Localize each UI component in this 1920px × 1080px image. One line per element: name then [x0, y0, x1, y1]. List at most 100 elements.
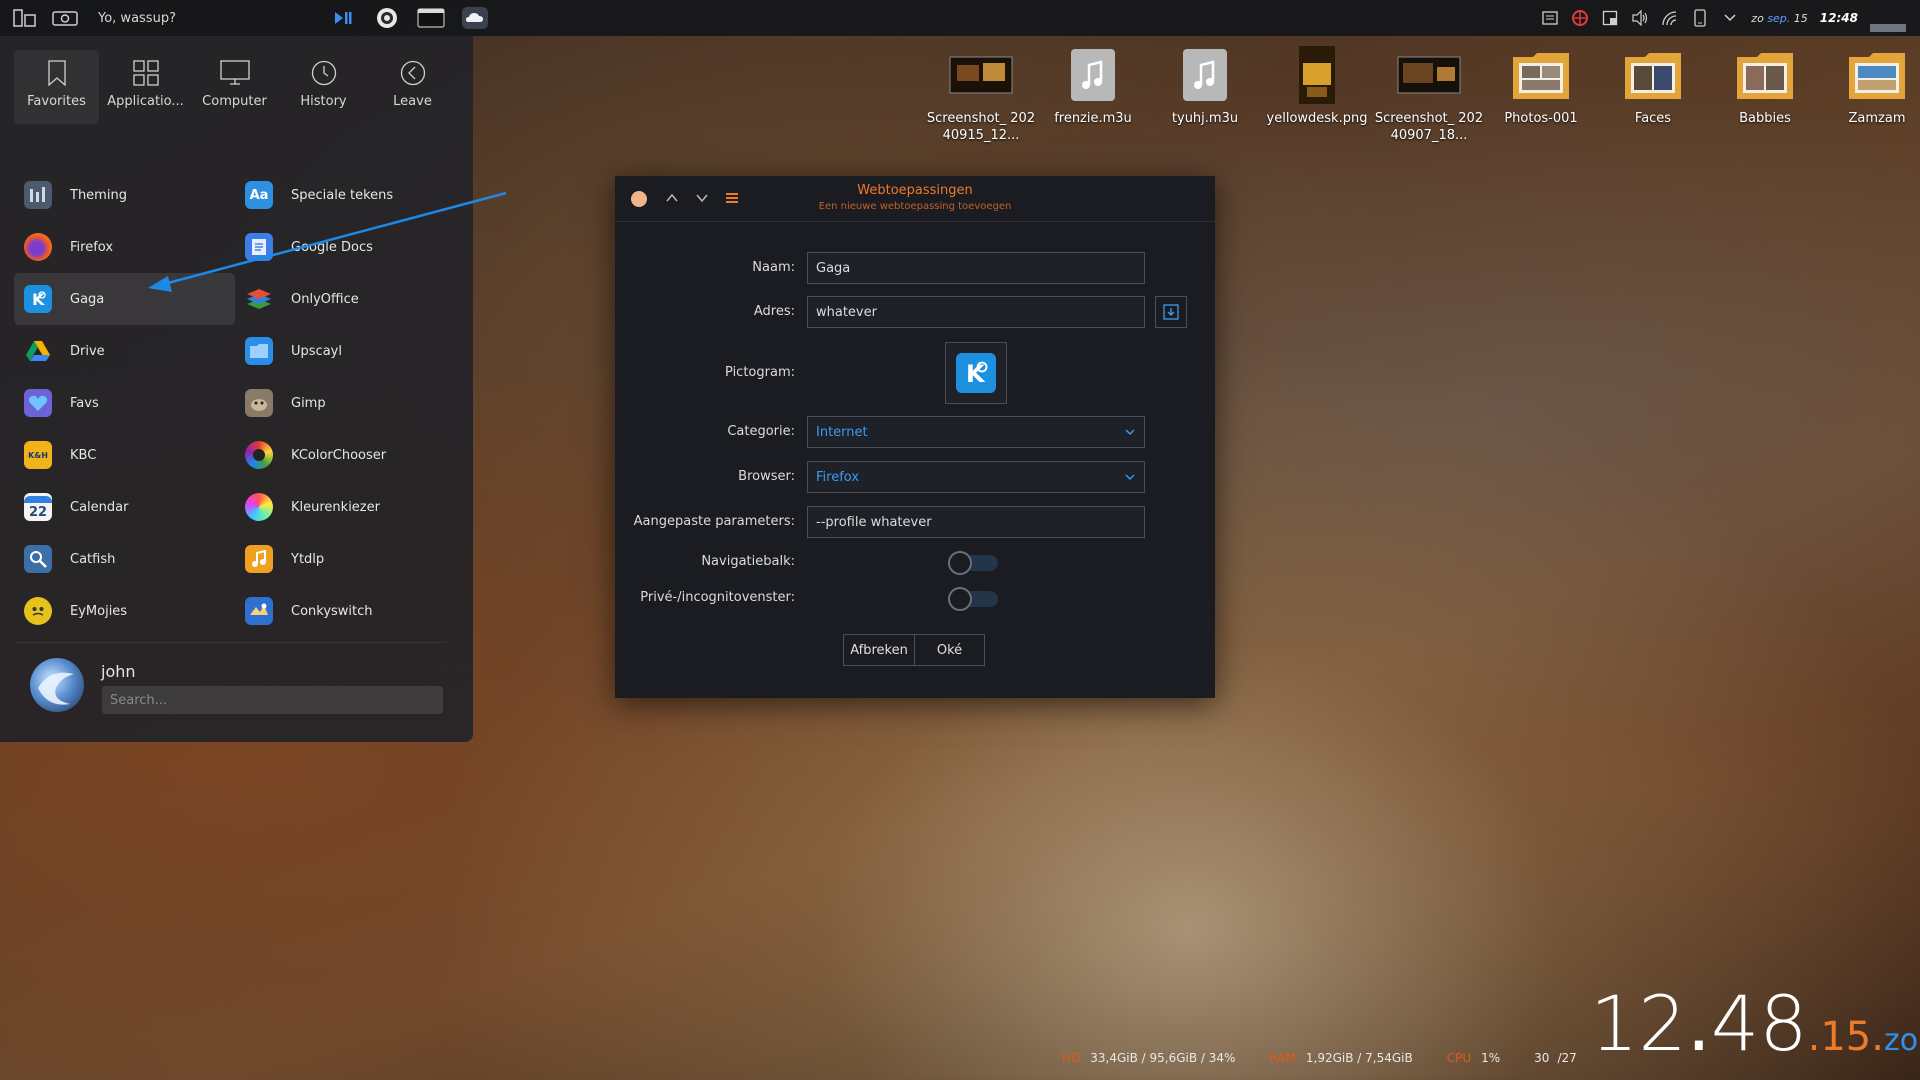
app-onlyoffice[interactable]: OnlyOffice — [235, 273, 456, 325]
dialog-header: Webtoepassingen Een nieuwe webtoepassing… — [615, 176, 1215, 222]
panel-date[interactable]: zo sep. 15 — [1751, 12, 1808, 25]
tab-computer[interactable]: Computer — [192, 50, 277, 124]
pictogram-label: Pictogram: — [725, 365, 795, 380]
desktop-icons: Screenshot_ 20240915_12... frenzie.m3u t… — [925, 46, 1920, 144]
user-name: john — [101, 662, 136, 681]
private-window-toggle[interactable] — [948, 587, 998, 611]
volume-tray-icon[interactable] — [1631, 9, 1649, 27]
desktop-clock: 12.48.15.zo — [1590, 979, 1919, 1068]
naam-label: Naam: — [752, 260, 795, 275]
tab-applications[interactable]: Applicatio... — [103, 50, 188, 124]
tab-leave[interactable]: Leave — [370, 50, 455, 124]
dialog-buttons: Afbreken Oké — [843, 634, 985, 666]
color-wheel-icon — [245, 441, 273, 469]
search-input[interactable] — [102, 686, 443, 714]
ok-button[interactable]: Oké — [915, 634, 985, 666]
app-favs[interactable]: Favs — [14, 377, 235, 429]
avatar[interactable] — [30, 658, 84, 712]
app-kbc[interactable]: K&H KBC — [14, 429, 235, 481]
audio-file-icon — [1173, 46, 1237, 104]
onlyoffice-icon — [245, 285, 273, 313]
cpu-stat: CPU 1% — [1446, 1051, 1501, 1065]
app-speciale-tekens[interactable]: Aa Speciale tekens — [235, 169, 456, 221]
heart-icon — [24, 389, 52, 417]
fetch-url-button[interactable] — [1155, 296, 1187, 328]
panel-clock[interactable]: 12:48 — [1820, 11, 1858, 25]
app-calendar[interactable]: 22 Calendar — [14, 481, 235, 533]
desktop-file-tyuhj[interactable]: tyuhj.m3u — [1149, 46, 1261, 144]
categorie-select[interactable]: Internet — [807, 416, 1145, 448]
temp-stat: 30/27 — [1534, 1051, 1577, 1065]
notes-tray-icon[interactable] — [1541, 9, 1559, 27]
desktop-file-screenshot-1[interactable]: Screenshot_ 20240915_12... — [925, 46, 1037, 144]
browser-label: Browser: — [738, 469, 795, 484]
app-theming[interactable]: Theming — [14, 169, 235, 221]
desktop-folder-faces[interactable]: Faces — [1597, 46, 1709, 144]
app-google-docs[interactable]: Google Docs — [235, 221, 456, 273]
desktop-file-frenzie[interactable]: frenzie.m3u — [1037, 46, 1149, 144]
icon-picker-button[interactable]: K — [945, 342, 1007, 404]
image-file-icon — [1285, 46, 1349, 104]
app-drive[interactable]: Drive — [14, 325, 235, 377]
app-gimp[interactable]: Gimp — [235, 377, 456, 429]
calendar-icon: 22 — [24, 493, 52, 521]
params-field[interactable]: --profile whatever — [807, 506, 1145, 538]
app-upscayl[interactable]: Upscayl — [235, 325, 456, 377]
app-firefox[interactable]: Firefox — [14, 221, 235, 273]
app-kcolorchooser[interactable]: KColorChooser — [235, 429, 456, 481]
folder-icon — [1733, 46, 1797, 104]
disk-stat: HD 33,4GiB / 95,6GiB / 34% — [1062, 1051, 1236, 1065]
adres-label: Adres: — [753, 304, 795, 319]
app-gaga[interactable]: K Gaga — [14, 273, 235, 325]
chevron-down-icon — [1125, 429, 1135, 435]
show-desktop-button[interactable] — [1870, 24, 1906, 32]
desktop-file-screenshot-2[interactable]: Screenshot_ 20240907_18... — [1373, 46, 1485, 144]
webapp-dialog: Webtoepassingen Een nieuwe webtoepassing… — [615, 176, 1215, 698]
task-terminal-icon[interactable] — [416, 4, 446, 32]
screenshot-icon[interactable] — [50, 6, 80, 30]
media-play-pause-icon[interactable] — [328, 4, 358, 32]
clock-icon — [311, 60, 336, 86]
grid-icon — [132, 60, 159, 86]
tab-history[interactable]: History — [281, 50, 366, 124]
tray-expand-chevron-icon[interactable] — [1721, 9, 1739, 27]
gimp-icon — [245, 389, 273, 417]
clipboard-tray-icon[interactable] — [1601, 9, 1619, 27]
color-picker-icon — [245, 493, 273, 521]
drive-icon — [24, 337, 52, 365]
app-ytdlp[interactable]: Ytdlp — [235, 533, 456, 585]
chevron-down-icon — [1125, 474, 1135, 480]
app-conkyswitch[interactable]: Conkyswitch — [235, 585, 456, 637]
app-catfish[interactable]: Catfish — [14, 533, 235, 585]
network-tray-icon[interactable] — [1661, 9, 1679, 27]
desktop-folder-photos[interactable]: Photos-001 — [1485, 46, 1597, 144]
top-panel: Yo, wassup? zo sep. 15 12:48 — [0, 0, 1920, 36]
folder-icon — [1621, 46, 1685, 104]
desktop-folder-zamzam[interactable]: Zamzam — [1821, 46, 1920, 144]
kde-icon: K — [956, 353, 996, 393]
browser-value: Firefox — [816, 469, 860, 485]
app-kleurenkiezer[interactable]: Kleurenkiezer — [235, 481, 456, 533]
categorie-label: Categorie: — [727, 424, 795, 439]
cancel-button[interactable]: Afbreken — [843, 634, 915, 666]
browser-select[interactable]: Firefox — [807, 461, 1145, 493]
naam-field[interactable]: Gaga — [807, 252, 1145, 284]
panel-greeting: Yo, wassup? — [98, 10, 176, 26]
params-label: Aangepaste parameters: — [633, 514, 795, 529]
task-obs-icon[interactable] — [372, 4, 402, 32]
monitor-icon — [219, 60, 250, 85]
updates-tray-icon[interactable] — [1571, 9, 1589, 27]
desktop-folder-babbies[interactable]: Babbies — [1709, 46, 1821, 144]
special-characters-icon: Aa — [245, 181, 273, 209]
chevron-left-icon — [400, 60, 425, 86]
app-eymojies[interactable]: EyMojies — [14, 585, 235, 637]
favorites-grid: Theming Aa Speciale tekens Firefox Googl… — [14, 169, 454, 637]
desktop-file-yellowdesk[interactable]: yellowdesk.png — [1261, 46, 1373, 144]
tab-favorites[interactable]: Favorites — [14, 50, 99, 124]
task-weather-cloud-icon[interactable] — [460, 4, 490, 32]
desktop-switcher-icon[interactable] — [10, 6, 40, 30]
navbar-toggle[interactable] — [948, 551, 998, 575]
launcher-divider — [14, 642, 446, 643]
adres-field[interactable]: whatever — [807, 296, 1145, 328]
device-tray-icon[interactable] — [1691, 9, 1709, 27]
